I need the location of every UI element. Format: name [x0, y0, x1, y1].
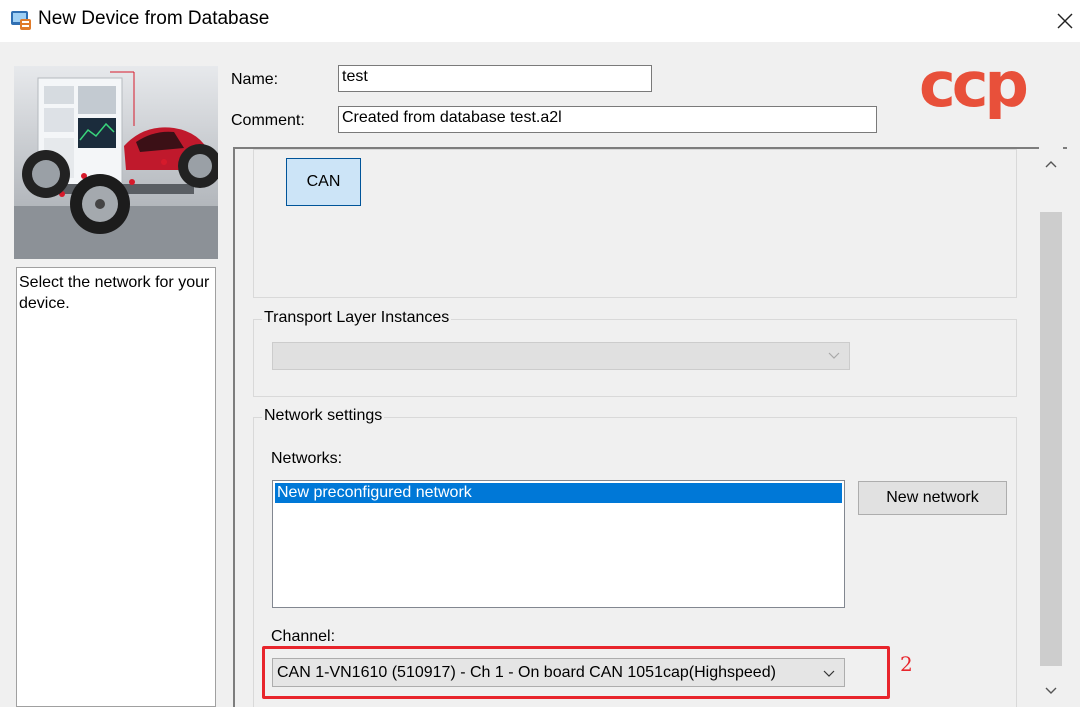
channel-label: Channel:: [271, 628, 336, 645]
comment-label: Comment:: [231, 112, 305, 129]
close-icon: [1057, 13, 1073, 29]
transport-layer-legend: Transport Layer Instances: [262, 309, 452, 327]
description-panel: Select the network for your device.: [16, 267, 216, 707]
ccp-logo: ccp: [915, 48, 1040, 128]
chevron-up-icon: [1045, 161, 1057, 168]
vertical-scrollbar[interactable]: [1039, 147, 1063, 707]
networks-label: Networks:: [271, 450, 343, 467]
can-network-button[interactable]: CAN: [286, 158, 361, 206]
close-button[interactable]: [1050, 6, 1078, 34]
network-settings-legend: Network settings: [262, 407, 385, 425]
logo-text: ccp: [919, 58, 1027, 121]
new-network-button[interactable]: New network: [858, 481, 1007, 515]
channel-value: CAN 1-VN1610 (510917) - Ch 1 - On board …: [277, 664, 776, 681]
chevron-down-icon: [828, 352, 840, 359]
scroll-thumb[interactable]: [1040, 212, 1062, 666]
chevron-down-icon: [823, 670, 835, 677]
annotation-number: 2: [900, 652, 913, 676]
name-field[interactable]: test: [338, 65, 652, 92]
transport-layer-group: Transport Layer Instances: [253, 309, 1017, 397]
device-preview-image: [14, 66, 218, 259]
device-database-icon: [10, 9, 32, 31]
transport-layer-select[interactable]: [272, 342, 850, 370]
description-text: Select the network for your device.: [19, 274, 210, 312]
name-label: Name:: [231, 71, 279, 88]
scroll-up-button[interactable]: [1039, 155, 1063, 175]
can-button-label: CAN: [306, 173, 341, 190]
chevron-down-icon: [1045, 687, 1057, 694]
window-title: New Device from Database: [38, 8, 270, 29]
network-type-group: CAN: [253, 149, 1017, 298]
comment-field[interactable]: Created from database test.a2l: [338, 106, 877, 133]
networks-list[interactable]: New preconfigured network: [272, 480, 845, 608]
settings-scroll-panel: CAN Transport Layer Instances Network se…: [233, 147, 1067, 707]
scroll-down-button[interactable]: [1039, 680, 1063, 700]
list-item[interactable]: New preconfigured network: [275, 483, 842, 503]
channel-select[interactable]: CAN 1-VN1610 (510917) - Ch 1 - On board …: [272, 658, 845, 687]
